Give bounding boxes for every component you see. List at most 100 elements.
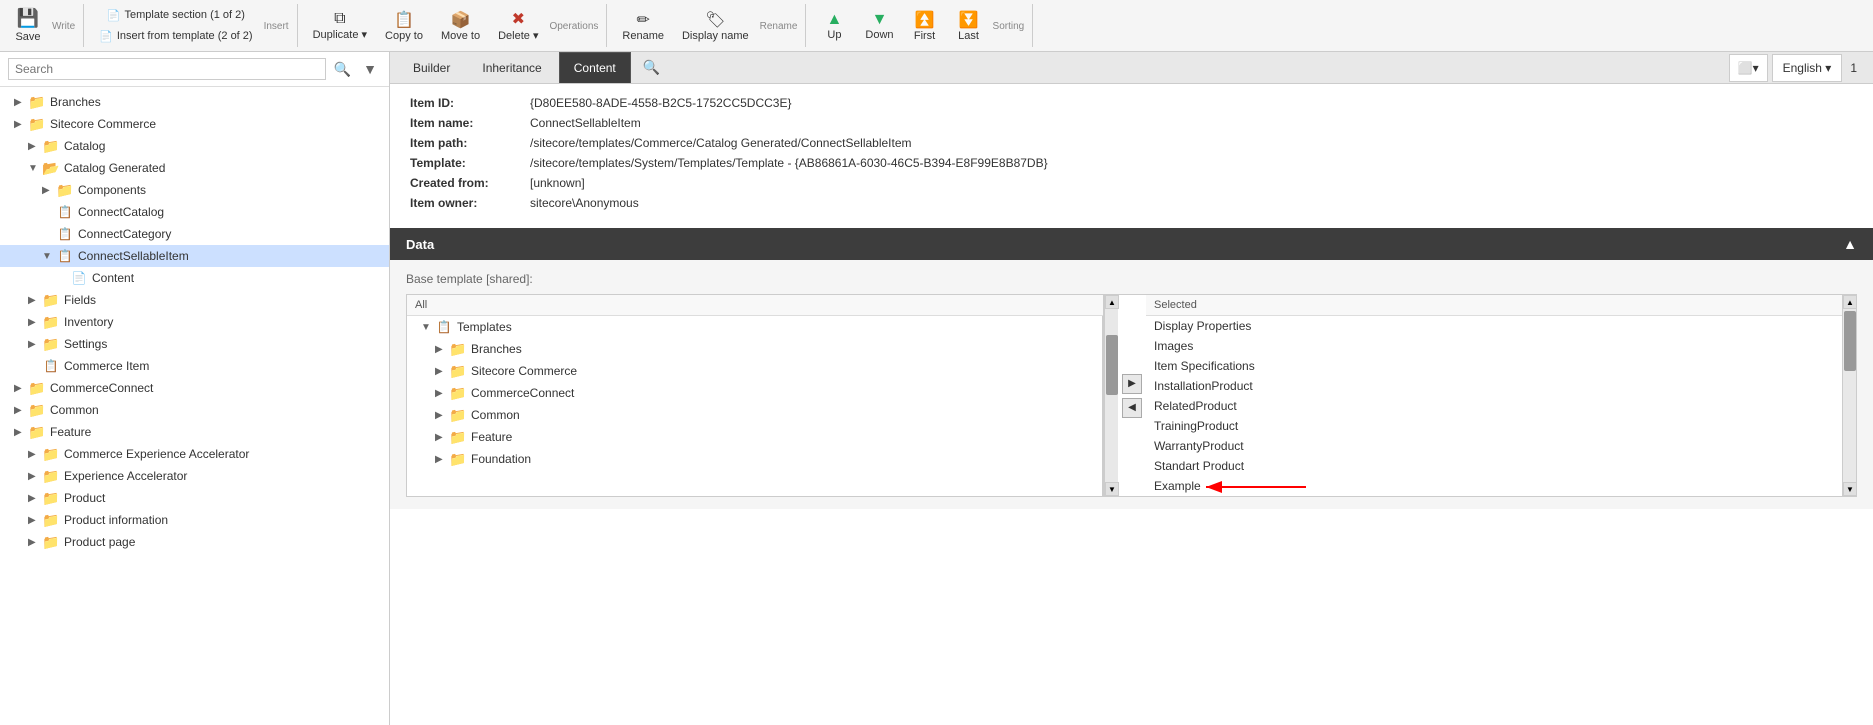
left-scrollbar-thumb[interactable] (1106, 335, 1118, 395)
language-selector[interactable]: English ▾ (1772, 54, 1843, 82)
sidebar-item-commerce-connect[interactable]: ▶ 📁 CommerceConnect (0, 377, 389, 399)
display-name-button[interactable]: 🏷 Display name (675, 7, 756, 45)
settings-toggle[interactable]: ▶ (28, 339, 42, 350)
move-to-button[interactable]: 📦 Move to (434, 7, 487, 45)
content-search-icon[interactable]: 🔍 (633, 53, 670, 82)
move-right-button[interactable]: ▶ (1122, 374, 1142, 394)
sidebar-item-product[interactable]: ▶ 📁 Product (0, 487, 389, 509)
sitecore-commerce-label: Sitecore Commerce (50, 117, 156, 131)
insert-from-template-button[interactable]: 📄 Insert from template (2 of 2) (92, 27, 259, 46)
copy-to-button[interactable]: 📋 Copy to (378, 7, 430, 45)
selected-display-properties[interactable]: Display Properties (1146, 316, 1842, 336)
connect-sellable-toggle[interactable]: ▼ (42, 251, 56, 262)
product-page-toggle[interactable]: ▶ (28, 537, 42, 548)
selected-related-product[interactable]: RelatedProduct (1146, 396, 1842, 416)
commerce-connect-toggle[interactable]: ▶ (14, 383, 28, 394)
sel-commerce-connect-toggle[interactable]: ▶ (435, 388, 449, 399)
language-label: English ▾ (1783, 61, 1832, 75)
sidebar-item-catalog[interactable]: ▶ 📁 Catalog (0, 135, 389, 157)
sidebar-item-settings[interactable]: ▶ 📁 Settings (0, 333, 389, 355)
sitecore-commerce-toggle[interactable]: ▶ (14, 119, 28, 130)
sidebar-item-fields[interactable]: ▶ 📁 Fields (0, 289, 389, 311)
sidebar-item-exp-accel[interactable]: ▶ 📁 Experience Accelerator (0, 465, 389, 487)
catalog-generated-toggle[interactable]: ▼ (28, 163, 42, 174)
inventory-toggle[interactable]: ▶ (28, 317, 42, 328)
tree-selector-right[interactable]: Display Properties Images Item Specifica… (1146, 316, 1842, 496)
product-toggle[interactable]: ▶ (28, 493, 42, 504)
exp-accel-toggle[interactable]: ▶ (28, 471, 42, 482)
sidebar-item-feature[interactable]: ▶ 📁 Feature (0, 421, 389, 443)
tree-sel-common[interactable]: ▶ 📁 Common (407, 404, 1102, 426)
sidebar-item-commerce-item[interactable]: ▶ 📋 Commerce Item (0, 355, 389, 377)
search-input[interactable] (8, 58, 326, 80)
catalog-toggle[interactable]: ▶ (28, 141, 42, 152)
delete-button[interactable]: ✖ Delete ▾ (491, 6, 545, 45)
sidebar-item-common[interactable]: ▶ 📁 Common (0, 399, 389, 421)
templates-toggle[interactable]: ▼ (421, 322, 435, 333)
tree-selector-left[interactable]: ▼ 📋 Templates ▶ 📁 Branches (407, 316, 1103, 496)
tree-sel-feature[interactable]: ▶ 📁 Feature (407, 426, 1102, 448)
sidebar-item-content[interactable]: ▶ 📄 Content (0, 267, 389, 289)
right-scrollbar-thumb[interactable] (1844, 311, 1856, 371)
components-toggle[interactable]: ▶ (42, 185, 56, 196)
sorting-group-label: Sorting (993, 21, 1025, 32)
save-button[interactable]: 💾 Save (8, 5, 48, 46)
sidebar-item-product-information[interactable]: ▶ 📁 Product information (0, 509, 389, 531)
move-left-button[interactable]: ◀ (1122, 398, 1142, 418)
sidebar-item-inventory[interactable]: ▶ 📁 Inventory (0, 311, 389, 333)
tree-sel-templates[interactable]: ▼ 📋 Templates (407, 316, 1102, 338)
data-section-collapse-icon[interactable]: ▲ (1843, 236, 1857, 252)
branches-toggle[interactable]: ▶ (14, 97, 28, 108)
sidebar-item-product-page[interactable]: ▶ 📁 Product page (0, 531, 389, 553)
fields-toggle[interactable]: ▶ (28, 295, 42, 306)
commerce-connect-label: CommerceConnect (50, 381, 153, 395)
sidebar-item-components[interactable]: ▶ 📁 Components (0, 179, 389, 201)
first-button[interactable]: ⏫ First (905, 7, 945, 45)
search-icon[interactable]: 🔍 (330, 59, 355, 80)
insert-group: 📄 Template section (1 of 2) 📄 Insert fro… (92, 4, 297, 47)
sidebar-item-catalog-generated[interactable]: ▼ 📂 Catalog Generated (0, 157, 389, 179)
left-scrollbar-up[interactable]: ▲ (1105, 295, 1119, 309)
sidebar-item-sitecore-commerce[interactable]: ▶ 📁 Sitecore Commerce (0, 113, 389, 135)
selected-installation-product[interactable]: InstallationProduct (1146, 376, 1842, 396)
left-scrollbar[interactable]: ▲ ▼ (1104, 295, 1118, 496)
sidebar-item-connect-sellable-item[interactable]: ▼ 📋 ConnectSellableItem (0, 245, 389, 267)
sidebar-item-connect-category[interactable]: ▶ 📋 ConnectCategory (0, 223, 389, 245)
sel-common-toggle[interactable]: ▶ (435, 410, 449, 421)
right-scrollbar-down[interactable]: ▼ (1843, 482, 1857, 496)
sel-sitecore-commerce-toggle[interactable]: ▶ (435, 366, 449, 377)
last-button[interactable]: ⏬ Last (949, 7, 989, 45)
duplicate-icon: ⧉ (334, 10, 345, 28)
selected-training-product[interactable]: TrainingProduct (1146, 416, 1842, 436)
feature-toggle[interactable]: ▶ (14, 427, 28, 438)
down-button[interactable]: ▼ Down (858, 8, 900, 44)
tree-sel-branches[interactable]: ▶ 📁 Branches (407, 338, 1102, 360)
common-toggle[interactable]: ▶ (14, 405, 28, 416)
rename-button[interactable]: ✏ Rename (615, 7, 671, 45)
selected-images[interactable]: Images (1146, 336, 1842, 356)
content-icon-btn[interactable]: ⬜▾ (1729, 54, 1768, 82)
tree-sel-sitecore-commerce[interactable]: ▶ 📁 Sitecore Commerce (407, 360, 1102, 382)
commerce-exp-accel-toggle[interactable]: ▶ (28, 449, 42, 460)
right-scrollbar-up[interactable]: ▲ (1843, 295, 1857, 309)
sel-foundation-toggle[interactable]: ▶ (435, 454, 449, 465)
sidebar-item-commerce-exp-accel[interactable]: ▶ 📁 Commerce Experience Accelerator (0, 443, 389, 465)
sel-branches-toggle[interactable]: ▶ (435, 344, 449, 355)
sidebar-item-branches[interactable]: ▶ 📁 Branches (0, 91, 389, 113)
up-button[interactable]: ▲ Up (814, 8, 854, 44)
sel-feature-toggle[interactable]: ▶ (435, 432, 449, 443)
tab-builder[interactable]: Builder (398, 52, 465, 83)
selected-warranty-product[interactable]: WarrantyProduct (1146, 436, 1842, 456)
product-info-toggle[interactable]: ▶ (28, 515, 42, 526)
selected-item-specifications[interactable]: Item Specifications (1146, 356, 1842, 376)
tab-content[interactable]: Content (559, 52, 631, 83)
duplicate-button[interactable]: ⧉ Duplicate ▾ (306, 7, 374, 44)
tree-sel-commerce-connect[interactable]: ▶ 📁 CommerceConnect (407, 382, 1102, 404)
search-dropdown-icon[interactable]: ▼ (359, 59, 381, 79)
tab-inheritance[interactable]: Inheritance (467, 52, 556, 83)
selected-example[interactable]: Example (1146, 476, 1842, 496)
left-scrollbar-down[interactable]: ▼ (1105, 482, 1119, 496)
template-section-button[interactable]: 📄 Template section (1 of 2) (92, 6, 259, 25)
tree-sel-foundation[interactable]: ▶ 📁 Foundation (407, 448, 1102, 470)
sidebar-item-connect-catalog[interactable]: ▶ 📋 ConnectCatalog (0, 201, 389, 223)
